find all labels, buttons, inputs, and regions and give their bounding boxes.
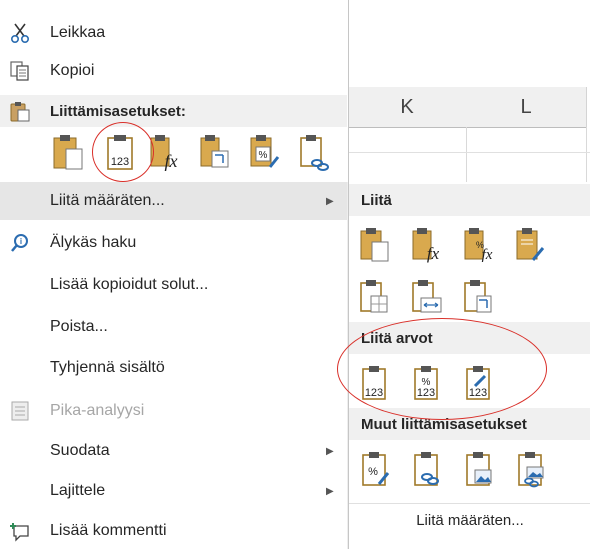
chevron-right-icon: ▶: [326, 485, 334, 497]
paste-special-label: Liitä määräten...: [50, 192, 165, 209]
svg-text:fx: fx: [165, 151, 178, 171]
delete-label: Poista...: [50, 318, 108, 335]
grid-line: [466, 127, 467, 182]
sort-label: Lajittele: [50, 482, 106, 499]
other-paste-options-row: %: [349, 446, 590, 490]
paste-keep-source-formatting-icon[interactable]: [515, 226, 549, 264]
svg-text:fx: fx: [482, 247, 493, 263]
paste-link-icon[interactable]: [298, 133, 332, 173]
scissors-icon: [9, 22, 31, 44]
paste-icons-row: fx % fx: [349, 222, 590, 266]
chevron-right-icon: ▶: [326, 445, 334, 457]
insert-comment-label: Lisää kommentti: [50, 522, 167, 539]
insert-comment-menu-item[interactable]: Lisää kommentti: [0, 512, 347, 550]
paste-options-header: Liittämisasetukset:: [0, 95, 347, 127]
highlight-oval: [337, 318, 547, 420]
paste-section-header: Liitä: [349, 184, 590, 216]
sort-menu-item[interactable]: Lajittele ▶: [0, 472, 347, 510]
paste-picture-icon[interactable]: [463, 450, 497, 488]
cut-menu-item[interactable]: Leikkaa: [0, 14, 347, 52]
paste-link-icon[interactable]: [411, 450, 445, 488]
clear-contents-menu-item[interactable]: Tyhjennä sisältö: [0, 349, 347, 387]
column-header-k[interactable]: K: [348, 87, 467, 128]
copy-label: Kopioi: [50, 62, 95, 79]
highlight-oval: [92, 122, 154, 182]
paste-special-link[interactable]: Liitä määräten...: [349, 503, 590, 536]
paste-formatting-icon[interactable]: %: [248, 133, 282, 173]
paste-formatting-icon[interactable]: %: [359, 450, 393, 488]
svg-text:fx: fx: [427, 244, 440, 263]
delete-menu-item[interactable]: Poista...: [0, 308, 347, 346]
paste-no-borders-icon[interactable]: [359, 278, 393, 316]
paste-icon[interactable]: [52, 133, 86, 173]
chevron-right-icon: ▶: [326, 195, 334, 207]
paste-section-label: Liitä: [361, 191, 392, 209]
cut-label: Leikkaa: [50, 24, 106, 41]
paste-all-icon[interactable]: [359, 226, 393, 264]
paste-special-menu-item[interactable]: Liitä määräten... ▶: [0, 182, 347, 220]
column-header-l[interactable]: L: [466, 87, 587, 128]
grid-line: [586, 127, 587, 182]
clipboard-icon: [9, 100, 31, 122]
svg-text:%: %: [259, 150, 268, 161]
quick-analysis-label: Pika-analyysi: [50, 402, 145, 419]
filter-menu-item[interactable]: Suodata ▶: [0, 432, 347, 470]
paste-icons-row-2: [349, 274, 590, 318]
grid-area: [348, 0, 590, 68]
paste-options-label: Liittämisasetukset:: [50, 102, 186, 120]
paste-formulas-icon[interactable]: fx: [411, 226, 445, 264]
copy-menu-item[interactable]: Kopioi: [0, 52, 347, 90]
smart-lookup-menu-item[interactable]: i Älykäs haku: [0, 224, 347, 262]
paste-transpose-icon[interactable]: [198, 133, 232, 173]
paste-linked-picture-icon[interactable]: [515, 450, 549, 488]
spreadsheet-grid: K L: [348, 0, 590, 182]
context-menu: Leikkaa Kopioi Liittämisasetukset: 123 f…: [0, 0, 349, 549]
paste-formulas-number-formatting-icon[interactable]: % fx: [463, 226, 497, 264]
clear-contents-label: Tyhjennä sisältö: [50, 359, 165, 376]
smart-lookup-label: Älykäs haku: [50, 234, 137, 251]
paste-special-link-label: Liitä määräten...: [416, 511, 524, 529]
paste-keep-column-widths-icon[interactable]: [411, 278, 445, 316]
quick-analysis-menu-item[interactable]: Pika-analyysi: [0, 392, 347, 430]
comment-icon: [9, 520, 31, 542]
svg-text:i: i: [20, 237, 22, 246]
insert-copied-cells-menu-item[interactable]: Lisää kopioidut solut...: [0, 266, 347, 304]
copy-icon: [9, 60, 31, 82]
search-icon: i: [9, 232, 31, 254]
filter-label: Suodata: [50, 442, 110, 459]
insert-copied-cells-label: Lisää kopioidut solut...: [50, 276, 209, 293]
grid-line: [348, 152, 590, 153]
paste-transpose-icon[interactable]: [463, 278, 497, 316]
svg-text:%: %: [368, 466, 378, 478]
quick-analysis-icon: [9, 400, 31, 422]
